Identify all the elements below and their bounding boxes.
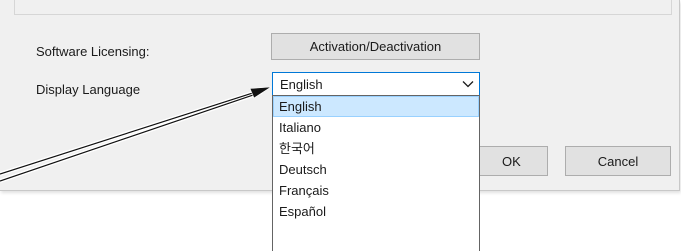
- group-box: [14, 0, 672, 15]
- language-option-francais[interactable]: Français: [273, 180, 479, 201]
- language-dropdown-list: English Italiano 한국어 Deutsch Français Es…: [272, 95, 480, 251]
- language-option-deutsch[interactable]: Deutsch: [273, 159, 479, 180]
- language-option-espanol[interactable]: Español: [273, 201, 479, 222]
- display-language-value: English: [280, 76, 323, 92]
- display-language-select[interactable]: English: [272, 72, 480, 96]
- activation-deactivation-button[interactable]: Activation/Deactivation: [271, 33, 480, 60]
- cancel-button[interactable]: Cancel: [565, 146, 671, 176]
- language-option-italiano[interactable]: Italiano: [273, 117, 479, 138]
- language-option-korean[interactable]: 한국어: [273, 138, 479, 159]
- ok-button[interactable]: OK: [478, 146, 548, 176]
- language-option-english[interactable]: English: [273, 96, 479, 117]
- software-licensing-label: Software Licensing:: [36, 44, 150, 59]
- display-language-label: Display Language: [36, 82, 141, 97]
- chevron-down-icon[interactable]: [457, 73, 479, 95]
